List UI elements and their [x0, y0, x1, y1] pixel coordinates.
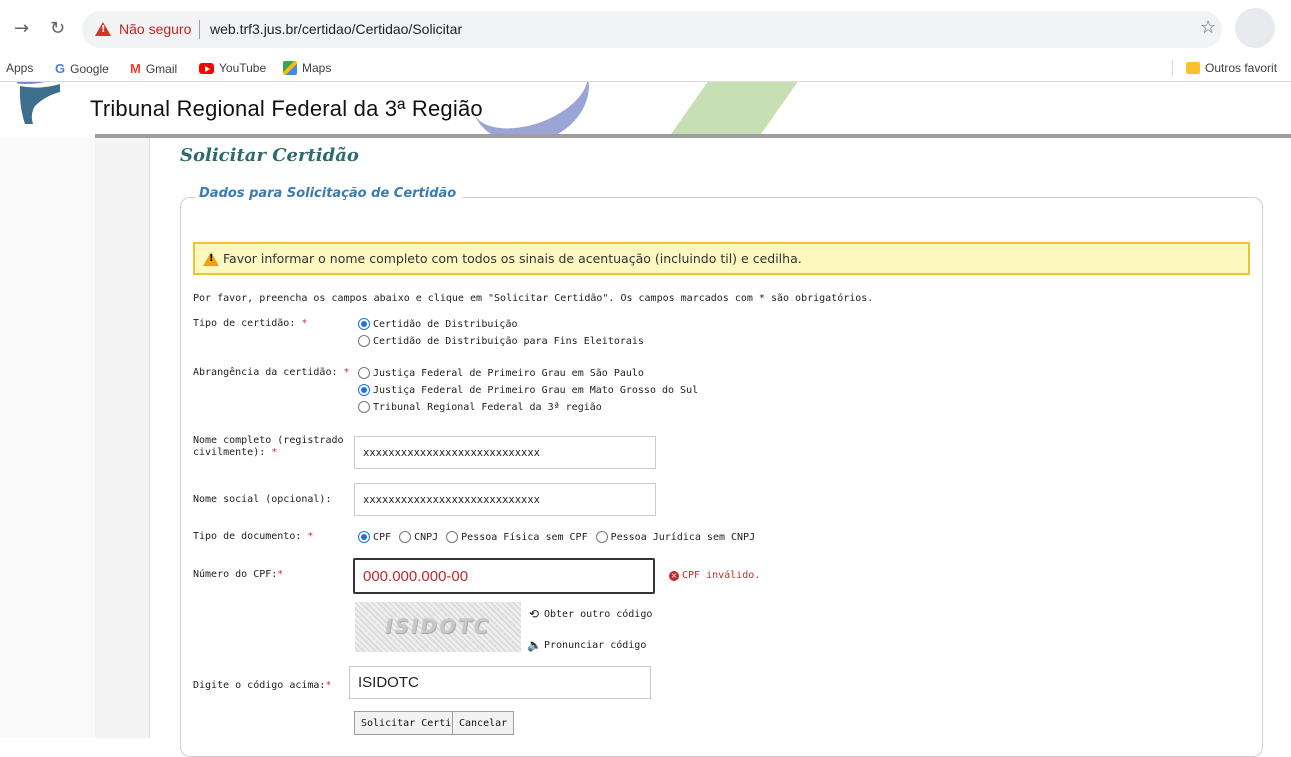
radio-doc-cpf[interactable]: CPF [358, 531, 391, 543]
cpf-input[interactable]: 000.000.000-00 [353, 558, 655, 594]
bookmark-youtube[interactable]: YouTube [199, 61, 266, 75]
nome-completo-label: Nome completo (registrado civilmente): * [193, 435, 344, 458]
abrangencia-label: Abrangência da certidão: * [193, 367, 350, 378]
alert-text: Favor informar o nome completo com todos… [223, 251, 802, 266]
bookmark-star-icon[interactable]: ☆ [1200, 17, 1216, 38]
radio-label: CNPJ [414, 531, 439, 543]
reload-icon[interactable]: ↻ [50, 20, 65, 38]
radio-button[interactable] [399, 531, 412, 543]
refresh-icon: ⟲ [528, 607, 540, 621]
radio-certidao-eleitorais[interactable]: Certidão de Distribuição para Fins Eleit… [358, 335, 644, 347]
not-secure-warning-icon: ! [95, 22, 111, 36]
maps-icon [283, 61, 297, 75]
numero-cpf-label: Número do CPF:* [193, 569, 284, 580]
tipo-documento-options: CPF CNPJ Pessoa Física sem CPF Pessoa Ju… [358, 531, 763, 543]
radio-doc-cnpj[interactable]: CNPJ [399, 531, 438, 543]
error-icon: × [669, 570, 679, 581]
audio-label: Pronunciar código [544, 639, 647, 651]
youtube-label: YouTube [219, 61, 267, 75]
speaker-icon: 🔈 [527, 638, 542, 652]
cancel-button[interactable]: Cancelar [452, 711, 515, 735]
bookmark-outros-favoritos[interactable]: Outros favorit [1186, 61, 1277, 75]
radio-label: Justiça Federal de Primeiro Grau em São … [373, 367, 644, 379]
radio-abrangencia-sao-paulo[interactable]: Justiça Federal de Primeiro Grau em São … [358, 367, 644, 379]
captcha-image-text: ISIDOTC [382, 614, 493, 638]
radio-label: Tribunal Regional Federal da 3ª região [373, 401, 602, 413]
radio-label: CPF [373, 531, 392, 543]
cpf-error-message: × CPF inválido. [669, 570, 760, 581]
nome-social-input[interactable]: xxxxxxxxxxxxxxxxxxxxxxxxxxxx [354, 483, 656, 516]
radio-label: Certidão de Distribuição [373, 318, 518, 330]
nome-completo-input[interactable]: xxxxxxxxxxxxxxxxxxxxxxxxxxxx [354, 436, 656, 469]
radio-label: Pessoa Física sem CPF [461, 531, 588, 543]
not-secure-label[interactable]: Não seguro [119, 21, 191, 37]
radio-button[interactable] [358, 335, 370, 347]
header-divider [95, 134, 1291, 138]
folder-icon [1186, 62, 1200, 74]
accent-warning-alert: Favor informar o nome completo com todos… [193, 242, 1250, 275]
radio-button[interactable] [358, 318, 370, 330]
radio-doc-pessoa-fisica-sem-cpf[interactable]: Pessoa Física sem CPF [446, 531, 588, 543]
site-title: Tribunal Regional Federal da 3ª Região [90, 96, 483, 121]
profile-avatar[interactable] [1235, 8, 1275, 48]
apps-label: Apps [6, 61, 34, 75]
radio-button[interactable] [595, 531, 608, 543]
captcha-code-input[interactable]: ISIDOTC [349, 666, 651, 699]
fieldset-legend: Dados para Solicitação de Certidão [195, 186, 463, 201]
radio-label: Pessoa Jurídica sem CNPJ [610, 531, 756, 543]
radio-label: Certidão de Distribuição para Fins Eleit… [373, 335, 644, 347]
radio-button[interactable] [358, 384, 370, 396]
radio-abrangencia-trf3[interactable]: Tribunal Regional Federal da 3ª região [358, 401, 602, 413]
form-fieldset [180, 197, 1263, 757]
captcha-image: ISIDOTC [355, 602, 521, 652]
radio-certidao-distribuicao[interactable]: Certidão de Distribuição [358, 318, 518, 330]
tipo-certidao-label: Tipo de certidão: * [193, 318, 308, 329]
radio-label: Justiça Federal de Primeiro Grau em Mato… [373, 384, 699, 396]
radio-button[interactable] [358, 401, 370, 413]
radio-button[interactable] [358, 531, 370, 543]
nome-social-label: Nome social (opcional): [193, 494, 332, 505]
site-header: Tribunal Regional Federal da 3ª Região [0, 82, 1291, 134]
outros-label: Outros favorit [1205, 61, 1278, 75]
page-title: Solicitar Certidão [180, 145, 359, 166]
maps-label: Maps [302, 61, 332, 75]
radio-doc-pessoa-juridica-sem-cnpj[interactable]: Pessoa Jurídica sem CNPJ [595, 531, 756, 543]
url-text[interactable]: web.trf3.jus.br/certidao/Certidao/Solici… [210, 21, 462, 37]
youtube-icon [199, 62, 214, 74]
form-intro-text: Por favor, preencha os campos abaixo e c… [193, 293, 874, 304]
radio-button[interactable] [446, 531, 459, 543]
warning-icon [203, 251, 219, 266]
bookmark-google[interactable]: G Google [55, 61, 109, 76]
captcha-audio-link[interactable]: 🔈 Pronunciar código [527, 638, 646, 652]
captcha-refresh-link[interactable]: ⟲ Obter outro código [527, 607, 652, 621]
trf3-logo-icon [16, 82, 60, 124]
url-separator [199, 20, 200, 39]
radio-button[interactable] [358, 367, 370, 379]
error-text: CPF inválido. [682, 570, 761, 581]
bookmarks-bar: Apps G Google M Gmail YouTube Maps Outro… [0, 55, 1291, 82]
google-label: Google [70, 61, 109, 76]
codigo-label: Digite o código acima:* [193, 680, 332, 691]
radio-abrangencia-mato-grosso-sul[interactable]: Justiça Federal de Primeiro Grau em Mato… [358, 384, 698, 396]
gmail-icon: M [130, 61, 141, 76]
bookmark-gmail[interactable]: M Gmail [130, 61, 177, 76]
bookmark-apps[interactable]: Apps [6, 61, 33, 75]
address-bar[interactable]: ! Não seguro web.trf3.jus.br/certidao/Ce… [82, 11, 1222, 48]
tipo-documento-label: Tipo de documento: * [193, 531, 314, 542]
left-sidebar-inner [0, 138, 95, 738]
forward-arrow-icon[interactable]: → [14, 20, 29, 38]
google-icon: G [55, 61, 66, 76]
gmail-label: Gmail [145, 61, 178, 76]
bookmark-maps[interactable]: Maps [283, 61, 331, 75]
browser-toolbar: → ↻ ! Não seguro web.trf3.jus.br/certida… [0, 0, 1291, 55]
header-decoration-leaf [665, 82, 805, 134]
refresh-label: Obter outro código [544, 608, 653, 620]
bookmarks-separator [1172, 60, 1173, 77]
